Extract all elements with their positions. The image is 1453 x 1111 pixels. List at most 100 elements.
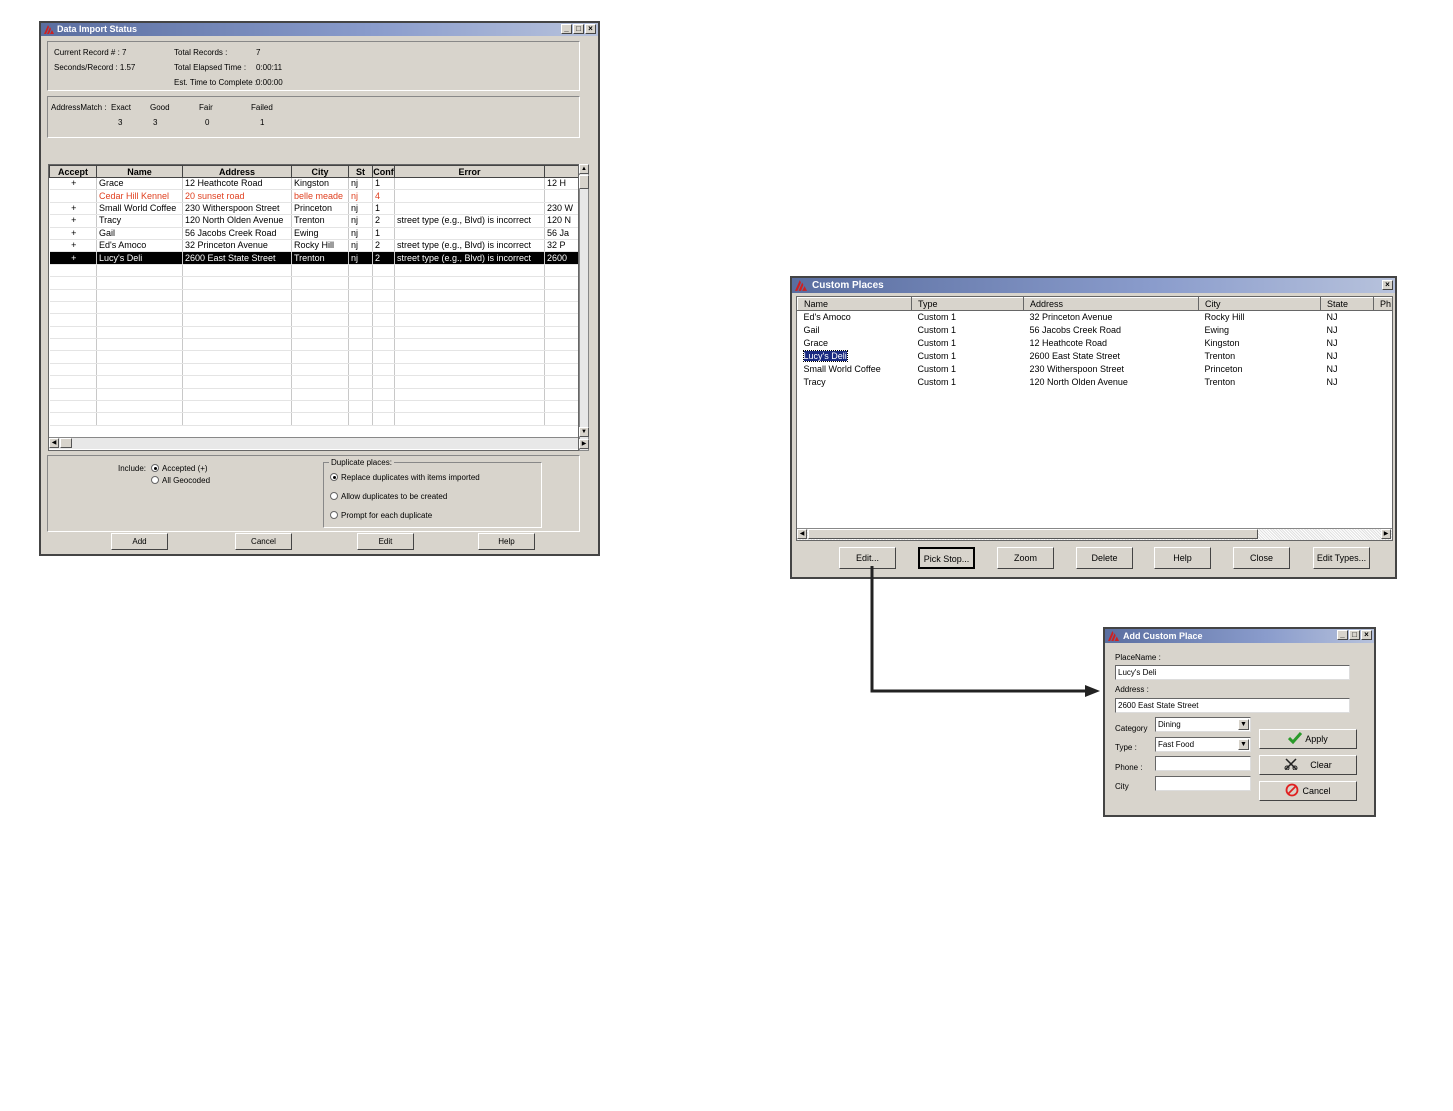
prompt-duplicates-radio[interactable]: Prompt for each duplicate (330, 511, 432, 520)
table-row[interactable]: + Tracy 120 North Olden Avenue Trenton n… (49, 214, 578, 228)
col-city[interactable]: City (291, 165, 349, 178)
cell-address: 230 Witherspoon Street (1029, 364, 1125, 374)
col-name[interactable]: Name (797, 297, 912, 311)
address-field[interactable]: 2600 East State Street (1115, 698, 1350, 713)
minimize-icon[interactable]: _ (1337, 630, 1348, 640)
include-label: Include: (118, 464, 147, 473)
pick-stop-button[interactable]: Pick Stop... (918, 547, 975, 569)
cancel-icon (1286, 783, 1299, 797)
table-row[interactable]: + Ed's Amoco 32 Princeton Avenue Rocky H… (49, 239, 578, 253)
app-logo-icon (44, 25, 54, 34)
edit-button[interactable]: Edit (357, 533, 414, 550)
options-panel: Include: Accepted (+) All Geocoded Dupli… (47, 455, 580, 532)
list-item[interactable]: Ed's Amoco Custom 1 32 Princeton Avenue … (798, 311, 1393, 325)
import-window-title: Data Import Status (57, 24, 138, 34)
add-button[interactable]: Add (111, 533, 168, 550)
cell-conf: 1 (372, 227, 395, 240)
type-select[interactable]: Fast Food ▼ (1155, 737, 1251, 752)
placename-field[interactable]: Lucy's Deli (1115, 665, 1350, 680)
city-field[interactable] (1155, 776, 1251, 791)
chevron-down-icon[interactable]: ▼ (1238, 739, 1249, 750)
import-title-bar[interactable]: Data Import Status _ □ × (41, 23, 598, 36)
list-item[interactable]: Small World Coffee Custom 1 230 Withersp… (798, 363, 1393, 376)
horizontal-scrollbar[interactable]: ◀ ▶ (797, 528, 1392, 540)
table-row-selected[interactable]: + Lucy's Deli 2600 East State Street Tre… (49, 251, 578, 265)
cell-error (394, 202, 545, 216)
col-extra[interactable] (544, 165, 578, 178)
custom-places-title-bar[interactable]: Custom Places × (792, 278, 1395, 293)
help-button[interactable]: Help (1154, 547, 1211, 569)
include-all-radio[interactable]: All Geocoded (151, 476, 210, 485)
cell-name: Gail (803, 325, 820, 335)
replace-duplicates-radio[interactable]: Replace duplicates with items imported (330, 473, 480, 482)
list-item[interactable]: Gail Custom 1 56 Jacobs Creek Road Ewing… (798, 324, 1393, 337)
maximize-icon[interactable]: □ (1349, 630, 1360, 640)
cell-state: nj (348, 251, 373, 265)
edit-types-button[interactable]: Edit Types... (1313, 547, 1370, 569)
vertical-scrollbar[interactable]: ▲ ▼ ▶ (579, 164, 589, 451)
help-button[interactable]: Help (478, 533, 535, 550)
scroll-right-icon[interactable]: ▶ (1381, 529, 1391, 539)
col-phone[interactable]: Ph (1373, 297, 1392, 311)
col-name[interactable]: Name (96, 165, 183, 178)
minimize-icon[interactable]: _ (561, 24, 572, 34)
allow-duplicates-radio[interactable]: Allow duplicates to be created (330, 492, 447, 501)
category-select[interactable]: Dining ▼ (1155, 717, 1251, 732)
clear-button[interactable]: Clear (1259, 755, 1357, 775)
list-item[interactable]: Grace Custom 1 12 Heathcote Road Kingsto… (798, 337, 1393, 350)
cell-name: Small World Coffee (96, 202, 183, 216)
table-row[interactable]: + Grace 12 Heathcote Road Kingston nj 1 … (49, 177, 578, 191)
close-button[interactable]: Close (1233, 547, 1290, 569)
include-accepted-radio[interactable]: Accepted (+) (151, 464, 208, 473)
close-icon[interactable]: × (1382, 280, 1393, 290)
delete-button[interactable]: Delete (1076, 547, 1133, 569)
stats-panel: Current Record # : 7 Seconds/Record : 1.… (47, 41, 580, 91)
close-icon[interactable]: × (585, 24, 596, 34)
cell-extra: 230 W (544, 202, 578, 216)
col-type[interactable]: Type (911, 297, 1024, 311)
scroll-left-icon[interactable]: ◀ (49, 438, 59, 448)
zoom-button[interactable]: Zoom (997, 547, 1054, 569)
col-address[interactable]: Address (182, 165, 292, 178)
scroll-left-icon[interactable]: ◀ (797, 529, 807, 539)
col-state[interactable]: St (348, 165, 373, 178)
cell-state: NJ (1326, 325, 1338, 335)
empty-row (49, 276, 578, 290)
col-accept[interactable]: Accept (49, 165, 97, 178)
table-row[interactable]: + Gail 56 Jacobs Creek Road Ewing nj 1 5… (49, 227, 578, 240)
scroll-up-icon[interactable]: ▲ (579, 164, 589, 174)
col-state[interactable]: State (1320, 297, 1374, 311)
col-error[interactable]: Error (394, 165, 545, 178)
scroll-down-icon[interactable]: ▼ (579, 427, 589, 437)
custom-places-list[interactable]: Name Type Address City State Ph Ed's Amo… (796, 296, 1393, 541)
horizontal-scrollbar[interactable]: ◀ (49, 437, 578, 449)
chevron-down-icon[interactable]: ▼ (1238, 719, 1249, 730)
col-conf[interactable]: Conf (372, 165, 395, 178)
scissors-icon (1284, 758, 1298, 771)
table-row[interactable]: Cedar Hill Kennel 20 sunset road belle m… (49, 189, 578, 203)
close-icon[interactable]: × (1361, 630, 1372, 640)
col-city[interactable]: City (1198, 297, 1321, 311)
phone-field[interactable] (1155, 756, 1251, 771)
cancel-place-button[interactable]: Cancel (1259, 781, 1357, 801)
cell-type: Custom 1 (917, 312, 957, 322)
scroll-thumb[interactable] (579, 175, 589, 189)
scroll-thumb[interactable] (60, 438, 72, 448)
match-header-fair: Fair (199, 103, 213, 112)
add-place-title: Add Custom Place (1123, 631, 1203, 641)
table-row[interactable]: + Small World Coffee 230 Witherspoon Str… (49, 202, 578, 216)
col-address[interactable]: Address (1023, 297, 1199, 311)
scroll-thumb[interactable] (808, 529, 1258, 539)
app-logo-icon (1108, 631, 1119, 641)
maximize-icon[interactable]: □ (573, 24, 584, 34)
cancel-button[interactable]: Cancel (235, 533, 292, 550)
scroll-right-icon[interactable]: ▶ (579, 439, 589, 449)
list-item[interactable]: Tracy Custom 1 120 North Olden Avenue Tr… (798, 376, 1393, 389)
edit-place-button[interactable]: Edit... (839, 547, 896, 569)
list-item-selected[interactable]: Lucy's Deli Custom 1 2600 East State Str… (798, 350, 1393, 363)
cell-error: street type (e.g., Blvd) is incorrect (394, 251, 545, 265)
apply-button[interactable]: Apply (1259, 729, 1357, 749)
add-place-title-bar[interactable]: Add Custom Place _ □ × (1105, 629, 1374, 643)
import-records-grid[interactable]: Accept Name Address City St Conf Error +… (48, 164, 579, 451)
type-label: Type : (1115, 743, 1137, 752)
